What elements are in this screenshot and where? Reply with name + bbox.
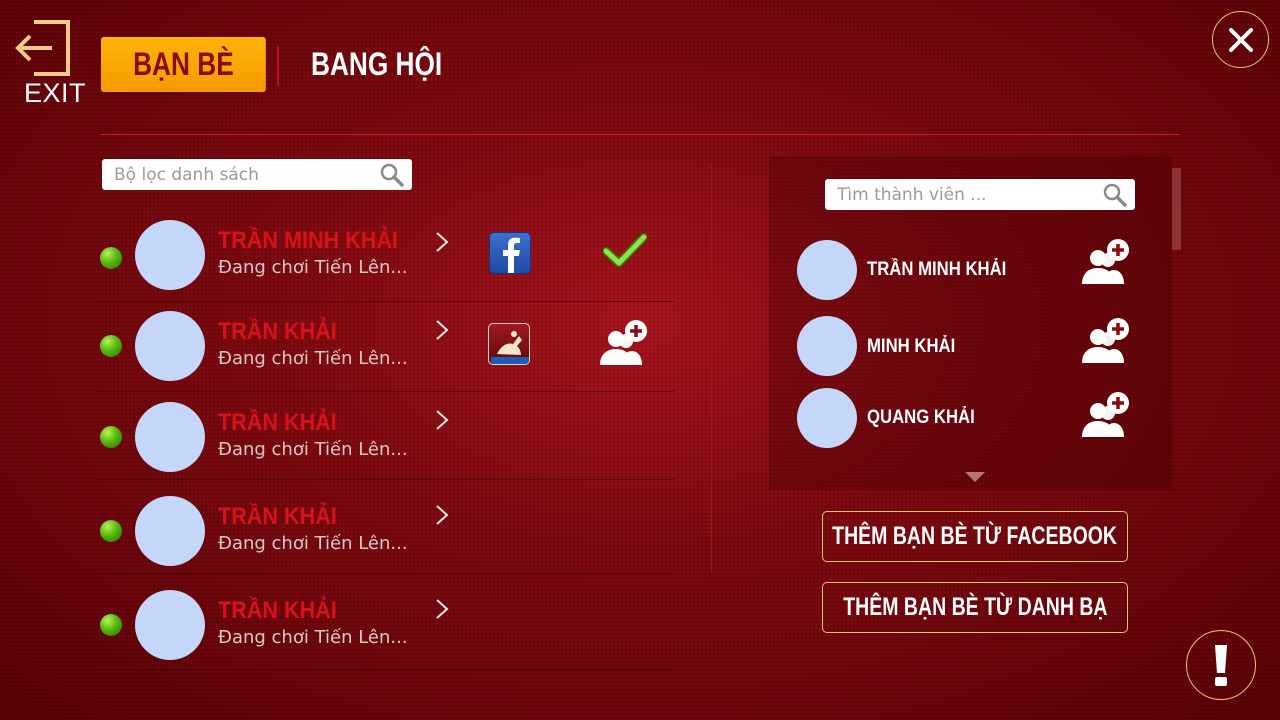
check-icon [603, 233, 647, 267]
friend-filter-field[interactable] [102, 159, 412, 190]
close-icon [1228, 27, 1253, 52]
game-app-icon [488, 323, 530, 365]
member-list-item[interactable]: TRẦN MINH KHẢI [797, 239, 1137, 302]
chevron-right-icon[interactable] [434, 319, 450, 341]
member-list-item[interactable]: QUANG KHẢI [797, 388, 1137, 450]
avatar[interactable] [135, 496, 205, 566]
avatar[interactable] [135, 311, 205, 381]
friend-name: TRẦN KHẢI [218, 409, 337, 436]
friend-status: Đang chơi Tiến Lên... [218, 348, 408, 369]
tab-divider [277, 46, 279, 86]
friend-row[interactable]: TRẦN KHẢI Đang chơi Tiến Lên... [96, 302, 674, 392]
header-divider [100, 134, 1180, 135]
friend-status: Đang chơi Tiến Lên... [218, 627, 408, 648]
friend-name: TRẦN KHẢI [218, 597, 337, 624]
tab-friends[interactable]: BẠN BÈ [101, 37, 266, 92]
exit-label: EXIT [24, 78, 87, 108]
facebook-icon [489, 232, 531, 274]
friend-filter-input[interactable] [102, 159, 378, 190]
add-from-contacts-button[interactable]: THÊM BẠN BÈ TỪ DANH BẠ [822, 582, 1128, 633]
add-from-contacts-label: THÊM BẠN BÈ TỪ DANH BẠ [842, 593, 1108, 621]
friend-row[interactable]: TRẦN MINH KHẢI Đang chơi Tiến Lên... [96, 212, 674, 302]
friend-status: Đang chơi Tiến Lên... [218, 533, 408, 554]
exit-icon [15, 20, 70, 76]
chevron-right-icon[interactable] [434, 231, 450, 253]
exclamation-icon [1215, 645, 1227, 686]
close-button[interactable] [1212, 11, 1269, 68]
add-from-facebook-button[interactable]: THÊM BẠN BÈ TỪ FACEBOOK [822, 511, 1128, 562]
search-icon[interactable] [378, 161, 406, 189]
friend-status: Đang chơi Tiến Lên... [218, 439, 408, 460]
scrollbar[interactable] [1172, 168, 1181, 250]
add-friend-icon[interactable] [1080, 315, 1132, 367]
panel-divider [711, 165, 712, 573]
friend-row[interactable]: TRẦN KHẢI Đang chơi Tiến Lên... [96, 580, 674, 670]
member-search-field[interactable] [825, 179, 1135, 210]
avatar[interactable] [797, 388, 857, 448]
friend-row[interactable]: TRẦN KHẢI Đang chơi Tiến Lên... [96, 484, 674, 574]
avatar[interactable] [135, 590, 205, 660]
search-icon[interactable] [1101, 181, 1129, 209]
tab-guild[interactable]: BANG HỘI [311, 46, 442, 92]
chevron-right-icon[interactable] [434, 504, 450, 526]
friend-status: Đang chơi Tiến Lên... [218, 257, 408, 278]
chevron-right-icon[interactable] [434, 598, 450, 620]
avatar[interactable] [135, 220, 205, 290]
friend-name: TRẦN KHẢI [218, 503, 337, 530]
member-list-item[interactable]: MINH KHẢI [797, 316, 1137, 378]
info-button[interactable] [1186, 630, 1256, 700]
avatar[interactable] [797, 316, 857, 376]
online-indicator-icon [100, 520, 122, 542]
add-friend-icon[interactable] [1080, 389, 1132, 441]
add-friend-icon[interactable] [1080, 236, 1132, 288]
chevron-right-icon[interactable] [434, 409, 450, 431]
online-indicator-icon [100, 426, 122, 448]
online-indicator-icon [100, 335, 122, 357]
online-indicator-icon [100, 247, 122, 269]
friend-row[interactable]: TRẦN KHẢI Đang chơi Tiến Lên... [96, 390, 674, 480]
avatar[interactable] [797, 240, 857, 300]
add-friend-icon[interactable] [598, 317, 650, 369]
member-name: TRẦN MINH KHẢI [867, 259, 1007, 280]
avatar[interactable] [135, 402, 205, 472]
member-name: QUANG KHẢI [867, 407, 975, 428]
member-name: MINH KHẢI [867, 336, 956, 357]
scroll-down-icon[interactable] [965, 472, 985, 482]
add-from-facebook-label: THÊM BẠN BÈ TỪ FACEBOOK [832, 522, 1118, 550]
friend-name: TRẦN KHẢI [218, 318, 337, 345]
member-search-input[interactable] [825, 179, 1101, 210]
exit-button[interactable]: EXIT [8, 14, 86, 108]
friend-name: TRẦN MINH KHẢI [218, 227, 398, 254]
online-indicator-icon [100, 614, 122, 636]
